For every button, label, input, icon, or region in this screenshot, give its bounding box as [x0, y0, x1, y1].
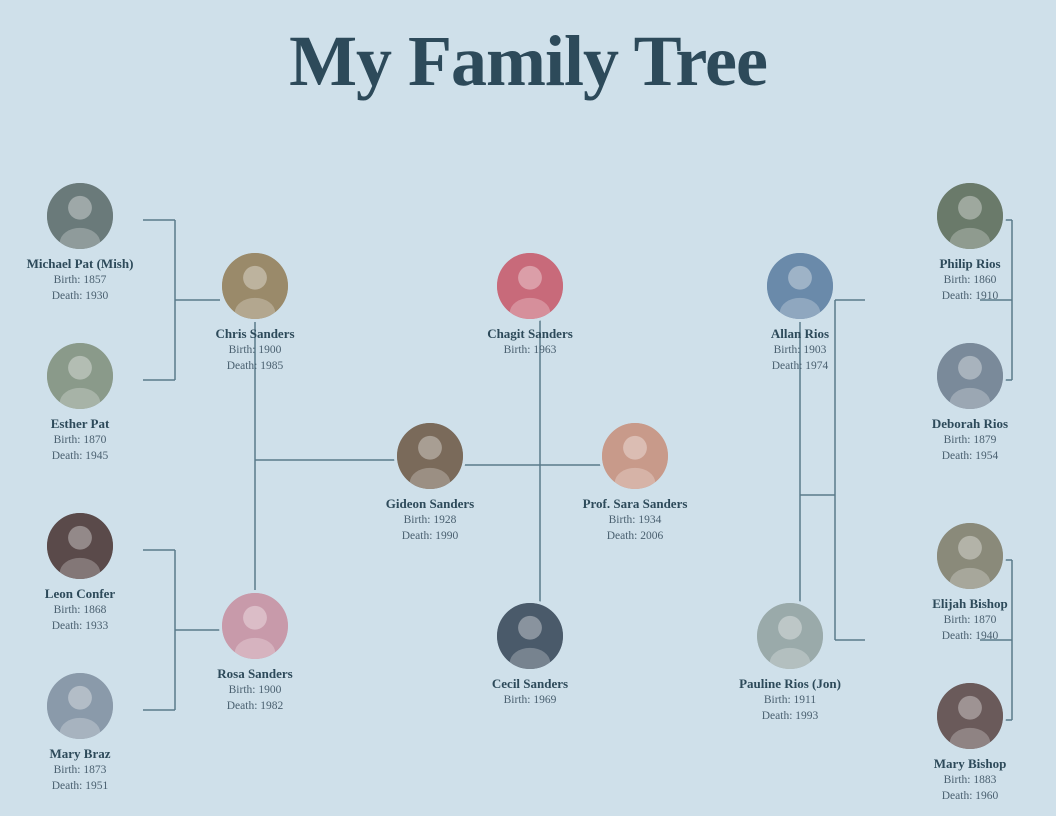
- person-name: Gideon Sanders: [386, 496, 475, 512]
- person-rosa: Rosa Sanders Birth: 1900Death: 1982: [195, 590, 315, 714]
- person-info: Pauline Rios (Jon) Birth: 1911Death: 199…: [739, 676, 841, 724]
- person-name: Allan Rios: [771, 326, 829, 342]
- person-name: Esther Pat: [51, 416, 110, 432]
- person-birth: Birth: 1911: [739, 692, 841, 708]
- person-avatar: [219, 250, 291, 322]
- person-name: Chagit Sanders: [487, 326, 573, 342]
- person-death: Death: 1960: [934, 788, 1007, 804]
- person-gideon: Gideon Sanders Birth: 1928Death: 1990: [370, 420, 490, 544]
- person-avatar: [219, 590, 291, 662]
- person-death: Death: 1940: [932, 628, 1008, 644]
- person-birth: Birth: 1900: [217, 682, 293, 698]
- person-birth: Birth: 1868: [45, 602, 115, 618]
- person-info: Esther Pat Birth: 1870Death: 1945: [51, 416, 110, 464]
- person-chagit: Chagit Sanders Birth: 1963: [470, 250, 590, 358]
- person-mary_bishop: Mary Bishop Birth: 1883Death: 1960: [910, 680, 1030, 804]
- person-birth: Birth: 1860: [939, 272, 1000, 288]
- person-death: Death: 1982: [217, 698, 293, 714]
- person-info: Allan Rios Birth: 1903Death: 1974: [771, 326, 829, 374]
- person-name: Michael Pat (Mish): [27, 256, 134, 272]
- person-death: Death: 1954: [932, 448, 1008, 464]
- person-allan: Allan Rios Birth: 1903Death: 1974: [740, 250, 860, 374]
- person-name: Leon Confer: [45, 586, 115, 602]
- person-esther: Esther Pat Birth: 1870Death: 1945: [20, 340, 140, 464]
- person-birth: Birth: 1928: [386, 512, 475, 528]
- person-death: Death: 1933: [45, 618, 115, 634]
- person-avatar: [934, 180, 1006, 252]
- person-sara: Prof. Sara Sanders Birth: 1934Death: 200…: [575, 420, 695, 544]
- person-avatar: [764, 250, 836, 322]
- page-title: My Family Tree: [0, 0, 1056, 103]
- person-birth: Birth: 1969: [492, 692, 568, 708]
- person-philip: Philip Rios Birth: 1860Death: 1910: [910, 180, 1030, 304]
- person-name: Philip Rios: [939, 256, 1000, 272]
- person-name: Pauline Rios (Jon): [739, 676, 841, 692]
- person-birth: Birth: 1873: [49, 762, 110, 778]
- person-death: Death: 2006: [583, 528, 688, 544]
- person-birth: Birth: 1934: [583, 512, 688, 528]
- person-elijah: Elijah Bishop Birth: 1870Death: 1940: [910, 520, 1030, 644]
- person-avatar: [494, 250, 566, 322]
- person-birth: Birth: 1870: [932, 612, 1008, 628]
- person-cecil: Cecil Sanders Birth: 1969: [470, 600, 590, 708]
- person-death: Death: 1990: [386, 528, 475, 544]
- person-michael: Michael Pat (Mish) Birth: 1857Death: 193…: [20, 180, 140, 304]
- person-info: Michael Pat (Mish) Birth: 1857Death: 193…: [27, 256, 134, 304]
- person-birth: Birth: 1879: [932, 432, 1008, 448]
- person-info: Deborah Rios Birth: 1879Death: 1954: [932, 416, 1008, 464]
- person-birth: Birth: 1900: [215, 342, 294, 358]
- person-death: Death: 1910: [939, 288, 1000, 304]
- person-info: Gideon Sanders Birth: 1928Death: 1990: [386, 496, 475, 544]
- person-avatar: [934, 340, 1006, 412]
- person-leon: Leon Confer Birth: 1868Death: 1933: [20, 510, 140, 634]
- person-name: Cecil Sanders: [492, 676, 568, 692]
- person-info: Philip Rios Birth: 1860Death: 1910: [939, 256, 1000, 304]
- person-info: Mary Bishop Birth: 1883Death: 1960: [934, 756, 1007, 804]
- person-avatar: [934, 520, 1006, 592]
- person-avatar: [44, 180, 116, 252]
- person-avatar: [44, 670, 116, 742]
- person-birth: Birth: 1963: [487, 342, 573, 358]
- person-avatar: [394, 420, 466, 492]
- person-avatar: [754, 600, 826, 672]
- person-avatar: [599, 420, 671, 492]
- family-tree: Michael Pat (Mish) Birth: 1857Death: 193…: [0, 140, 1056, 800]
- person-info: Cecil Sanders Birth: 1969: [492, 676, 568, 708]
- person-avatar: [494, 600, 566, 672]
- person-avatar: [44, 510, 116, 582]
- person-death: Death: 1945: [51, 448, 110, 464]
- person-birth: Birth: 1903: [771, 342, 829, 358]
- person-birth: Birth: 1883: [934, 772, 1007, 788]
- person-name: Chris Sanders: [215, 326, 294, 342]
- person-name: Mary Bishop: [934, 756, 1007, 772]
- person-mary_braz: Mary Braz Birth: 1873Death: 1951: [20, 670, 140, 794]
- person-info: Leon Confer Birth: 1868Death: 1933: [45, 586, 115, 634]
- person-death: Death: 1974: [771, 358, 829, 374]
- person-info: Chris Sanders Birth: 1900Death: 1985: [215, 326, 294, 374]
- person-birth: Birth: 1857: [27, 272, 134, 288]
- person-death: Death: 1985: [215, 358, 294, 374]
- person-name: Prof. Sara Sanders: [583, 496, 688, 512]
- person-info: Rosa Sanders Birth: 1900Death: 1982: [217, 666, 293, 714]
- person-chris: Chris Sanders Birth: 1900Death: 1985: [195, 250, 315, 374]
- person-death: Death: 1930: [27, 288, 134, 304]
- person-name: Mary Braz: [49, 746, 110, 762]
- person-info: Mary Braz Birth: 1873Death: 1951: [49, 746, 110, 794]
- person-death: Death: 1993: [739, 708, 841, 724]
- person-avatar: [44, 340, 116, 412]
- person-name: Rosa Sanders: [217, 666, 293, 682]
- person-info: Elijah Bishop Birth: 1870Death: 1940: [932, 596, 1008, 644]
- person-death: Death: 1951: [49, 778, 110, 794]
- person-name: Deborah Rios: [932, 416, 1008, 432]
- person-info: Chagit Sanders Birth: 1963: [487, 326, 573, 358]
- person-name: Elijah Bishop: [932, 596, 1008, 612]
- person-avatar: [934, 680, 1006, 752]
- person-pauline: Pauline Rios (Jon) Birth: 1911Death: 199…: [730, 600, 850, 724]
- person-deborah: Deborah Rios Birth: 1879Death: 1954: [910, 340, 1030, 464]
- person-birth: Birth: 1870: [51, 432, 110, 448]
- person-info: Prof. Sara Sanders Birth: 1934Death: 200…: [583, 496, 688, 544]
